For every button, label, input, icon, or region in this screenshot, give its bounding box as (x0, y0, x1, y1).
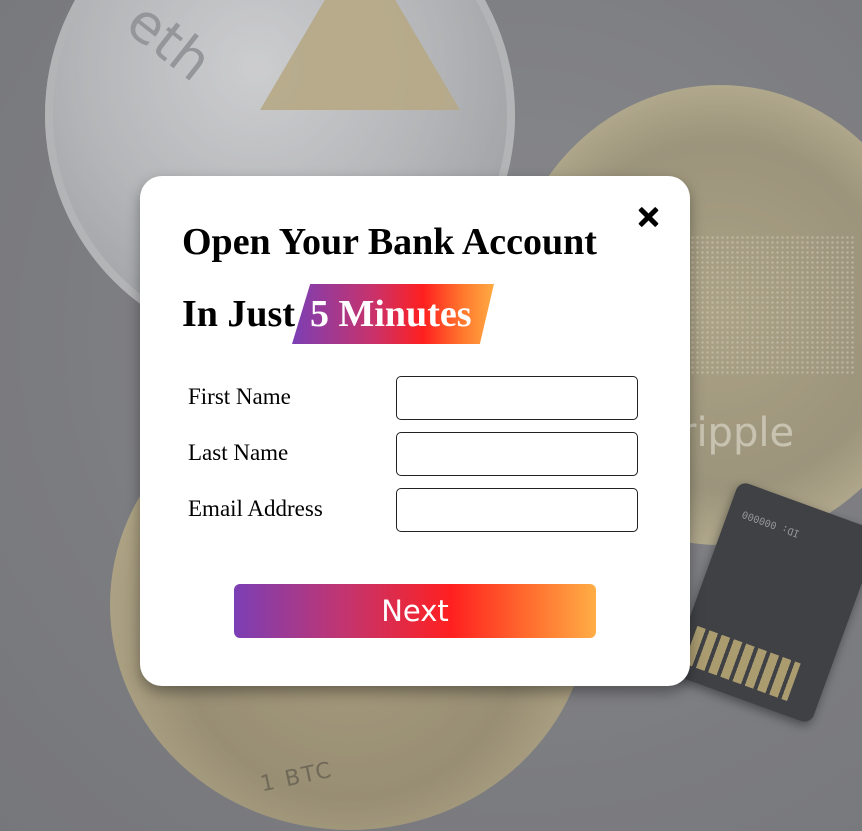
email-label: Email Address (188, 496, 323, 521)
last-name-label: Last Name (188, 440, 289, 465)
email-input[interactable] (396, 488, 638, 532)
modal-title: Open Your Bank Account (182, 221, 597, 263)
first-name-input[interactable] (396, 376, 638, 420)
first-name-label: First Name (188, 384, 291, 409)
modal-subtitle-prefix: In Just (182, 293, 295, 335)
next-button[interactable]: Next (234, 584, 596, 638)
last-name-input[interactable] (396, 432, 638, 476)
close-icon[interactable] (634, 202, 664, 232)
highlight-text: 5 Minutes (310, 293, 472, 335)
highlight-badge: 5 Minutes (292, 284, 494, 344)
signup-modal: Open Your Bank Account In Just 5 Minutes… (140, 176, 690, 686)
